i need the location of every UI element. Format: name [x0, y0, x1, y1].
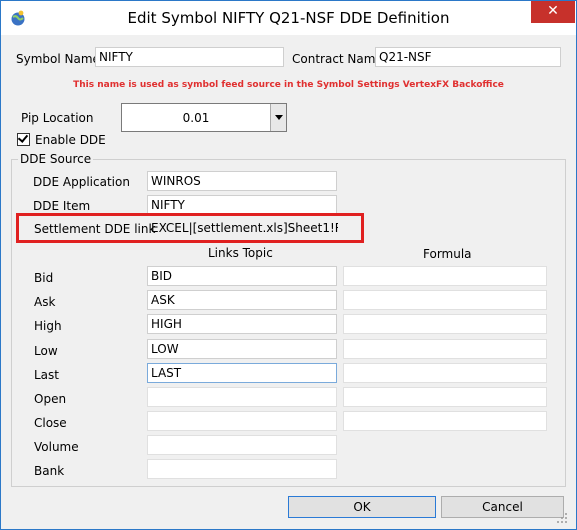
enable-dde-label: Enable DDE — [35, 133, 106, 147]
last-label: Last — [34, 368, 59, 382]
open-label: Open — [34, 392, 67, 406]
high-label: High — [34, 319, 62, 333]
ask-label: Ask — [34, 295, 56, 309]
dde-item-field[interactable]: NIFTY — [147, 195, 337, 215]
dde-application-field[interactable]: WINROS — [147, 171, 337, 191]
close-topic-field[interactable] — [147, 411, 337, 431]
checkmark-icon — [17, 132, 29, 143]
bank-topic-field[interactable] — [147, 459, 337, 479]
pip-location-label: Pip Location — [21, 111, 94, 125]
close-button[interactable]: ✕ — [531, 1, 575, 23]
bid-formula-field[interactable] — [343, 266, 547, 286]
dde-application-label: DDE Application — [33, 175, 130, 189]
bid-topic-field[interactable]: BID — [147, 266, 337, 286]
symbol-notice: This name is used as symbol feed source … — [73, 80, 504, 90]
title-bar: Edit Symbol NIFTY Q21-NSF DDE Definition… — [1, 1, 576, 35]
dropdown-button[interactable] — [270, 104, 286, 131]
dialog-content: Symbol Name NIFTY Contract Name Q21-NSF … — [8, 35, 569, 525]
settlement-dde-field[interactable]: EXCEL|[settlement.xls]Sheet1!R2C2 — [147, 218, 339, 238]
dde-item-label: DDE Item — [33, 199, 91, 213]
formula-header: Formula — [423, 247, 472, 261]
enable-dde-checkbox[interactable] — [17, 132, 30, 146]
symbol-name-field[interactable]: NIFTY — [95, 47, 284, 67]
links-topic-header: Links Topic — [208, 246, 273, 260]
high-topic-field[interactable]: HIGH — [147, 314, 337, 334]
close-formula-field[interactable] — [343, 411, 547, 431]
settlement-dde-label: Settlement DDE link — [34, 222, 156, 236]
open-formula-field[interactable] — [343, 387, 547, 407]
close-label: Close — [34, 416, 67, 430]
ok-button[interactable]: OK — [288, 496, 436, 518]
window-title: Edit Symbol NIFTY Q21-NSF DDE Definition — [127, 9, 450, 27]
volume-label: Volume — [34, 440, 79, 454]
pip-location-value: 0.01 — [182, 111, 210, 125]
contract-name-field[interactable]: Q21-NSF — [375, 47, 561, 67]
volume-topic-field[interactable] — [147, 435, 337, 455]
ask-topic-field[interactable]: ASK — [147, 290, 337, 310]
chevron-down-icon — [275, 115, 283, 120]
high-formula-field[interactable] — [343, 314, 547, 334]
last-formula-field[interactable] — [343, 363, 547, 383]
bid-label: Bid — [34, 271, 54, 285]
close-icon: ✕ — [547, 3, 559, 19]
dde-source-title: DDE Source — [18, 152, 94, 166]
low-topic-field[interactable]: LOW — [147, 339, 337, 359]
cancel-button[interactable]: Cancel — [441, 496, 564, 518]
last-topic-field[interactable]: LAST — [147, 363, 337, 383]
pip-location-select[interactable]: 0.01 — [121, 103, 287, 132]
resize-grip-icon[interactable] — [556, 512, 568, 524]
ask-formula-field[interactable] — [343, 290, 547, 310]
open-topic-field[interactable] — [147, 387, 337, 407]
low-label: Low — [34, 344, 58, 358]
symbol-name-label: Symbol Name — [16, 52, 100, 66]
dialog-window: Edit Symbol NIFTY Q21-NSF DDE Definition… — [0, 0, 577, 530]
bank-label: Bank — [34, 464, 65, 478]
low-formula-field[interactable] — [343, 339, 547, 359]
contract-name-label: Contract Name — [292, 52, 383, 66]
